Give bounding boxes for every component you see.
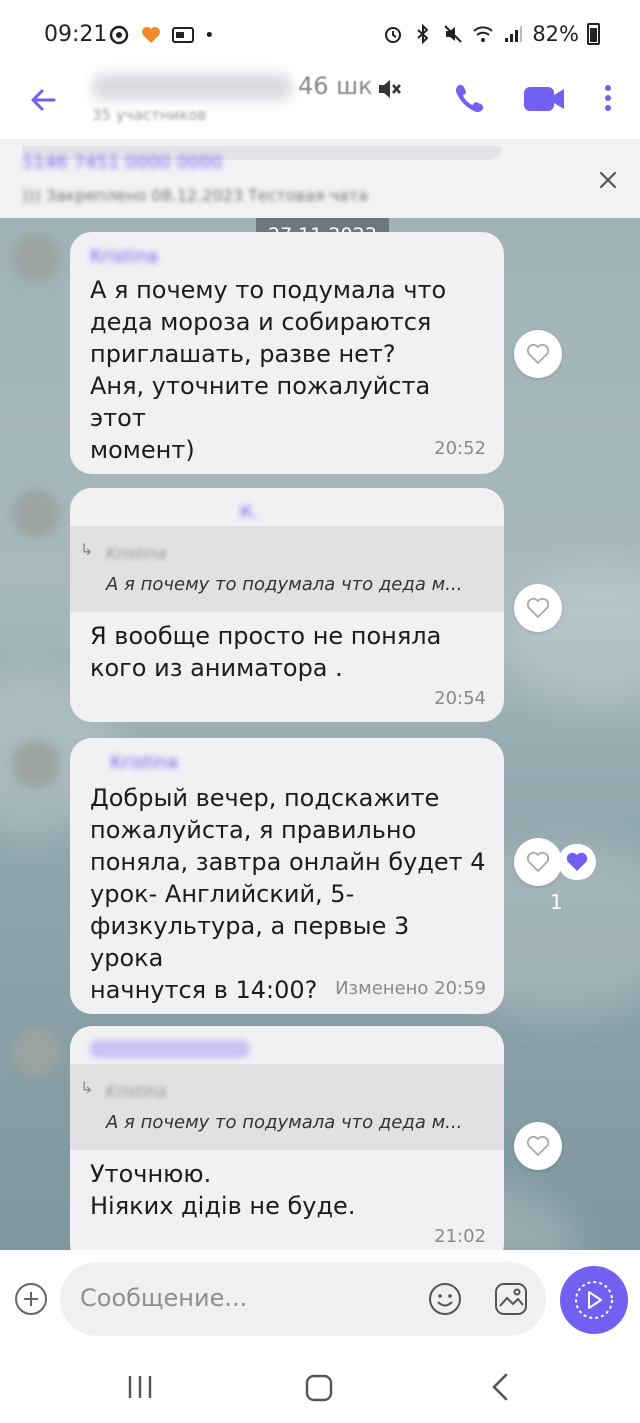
reply-author: Kristina <box>106 544 167 563</box>
more-options-button[interactable] <box>596 78 620 118</box>
like-button[interactable] <box>514 1122 562 1170</box>
attach-button[interactable] <box>14 1282 48 1316</box>
card-icon <box>172 24 194 46</box>
message-bubble[interactable]: ↳ Kristina А я почему то подумала что де… <box>70 1026 504 1250</box>
muted-chat-icon <box>374 74 404 104</box>
heart-filled-icon <box>566 852 588 871</box>
close-icon <box>599 171 617 189</box>
system-back-button[interactable] <box>488 1372 512 1402</box>
message-text: Уточнюю. Ніяких дідів не буде. <box>90 1160 356 1220</box>
message-author[interactable] <box>90 1040 250 1058</box>
message-author[interactable]: Kristina <box>90 246 158 267</box>
home-button[interactable] <box>304 1374 334 1402</box>
reply-text: А я почему то подумала что деда м... <box>106 1112 463 1133</box>
message-author[interactable]: Kristina <box>110 752 178 773</box>
heart-outline-icon <box>526 343 550 365</box>
avatar[interactable] <box>12 234 60 282</box>
bluetooth-icon <box>412 23 434 45</box>
status-time: 09:21 <box>44 22 108 47</box>
heart-app-icon <box>140 24 162 46</box>
message-text: А я почему то подумала что деда мороза и… <box>90 276 447 464</box>
sticker-icon <box>495 1283 527 1315</box>
send-button[interactable] <box>560 1266 628 1334</box>
reaction-badge[interactable] <box>558 844 596 880</box>
reply-preview[interactable]: ↳ Kristina А я почему то подумала что де… <box>70 526 504 612</box>
message-time: 20:54 <box>434 688 486 709</box>
pinned-message-bar[interactable]: 5146 7451 0000 0000 ))) Закреплено 08.12… <box>0 140 640 218</box>
reply-text: А я почему то подумала что деда м... <box>106 574 463 595</box>
message-time: 21:02 <box>434 1226 486 1247</box>
background-cloud <box>500 568 640 708</box>
message-author[interactable]: К. <box>240 502 259 523</box>
reply-arrow-icon: ↳ <box>80 1078 94 1097</box>
avatar[interactable] <box>12 740 60 788</box>
send-icon <box>575 1281 613 1319</box>
message-bubble[interactable]: К. ↳ Kristina А я почему то подумала что… <box>70 488 504 722</box>
pinned-text: 5146 7451 0000 0000 <box>22 152 223 173</box>
heart-outline-icon <box>526 851 550 873</box>
participants-count: 35 участников <box>92 106 207 124</box>
blurred-title-part <box>92 74 292 100</box>
home-icon <box>305 1374 333 1402</box>
notification-icons: • <box>108 24 215 46</box>
smiley-icon <box>429 1283 461 1315</box>
phone-icon <box>455 84 484 113</box>
heart-outline-icon <box>526 1135 550 1157</box>
message-list[interactable]: 27.11.2023 Kristina А я почему то подума… <box>0 218 640 1250</box>
video-call-button[interactable] <box>520 78 568 118</box>
back-button[interactable] <box>24 80 64 120</box>
close-pinned-button[interactable] <box>596 168 620 192</box>
wifi-icon <box>472 23 494 45</box>
video-camera-icon <box>524 87 564 111</box>
status-bar: 09:21 • 82% <box>0 0 640 70</box>
message-text: Я вообще просто не поняла кого из анимат… <box>90 622 442 682</box>
reply-preview[interactable]: ↳ Kristina А я почему то подумала что де… <box>70 1064 504 1150</box>
composer: Сообщение... <box>0 1250 640 1350</box>
like-count[interactable]: 1 <box>550 890 563 914</box>
reply-author: Kristina <box>106 1082 167 1101</box>
like-button[interactable] <box>514 330 562 378</box>
arrow-left-icon <box>31 89 56 111</box>
avatar[interactable] <box>12 1028 60 1076</box>
pinned-info: ))) Закреплено 08.12.2023 Тестовая чата <box>22 186 368 205</box>
message-bubble[interactable]: Kristina Добрый вечер, подскажите пожалу… <box>70 738 504 1014</box>
battery-icon <box>587 23 600 45</box>
message-bubble[interactable]: Kristina А я почему то подумала что деда… <box>70 232 504 474</box>
reply-arrow-icon: ↳ <box>80 540 94 559</box>
target-icon <box>108 24 130 46</box>
chat-title-suffix: 46 шк <box>298 72 373 100</box>
like-button[interactable] <box>514 838 562 886</box>
battery-percent: 82% <box>532 22 579 46</box>
signal-icon <box>502 23 524 45</box>
chat-title[interactable]: 46 шк <box>92 72 373 100</box>
message-time: 20:52 <box>434 438 486 459</box>
message-text: Добрый вечер, подскажите пожалуйста, я п… <box>90 784 486 1004</box>
mute-status-icon <box>442 23 464 45</box>
like-button[interactable] <box>514 584 562 632</box>
reaction-group <box>514 838 596 886</box>
plus-icon <box>15 1283 47 1315</box>
message-placeholder: Сообщение... <box>80 1284 248 1312</box>
chat-header: 46 шк 35 участников <box>0 70 640 140</box>
chevron-left-icon <box>492 1373 508 1401</box>
more-vertical-icon <box>605 85 611 111</box>
recent-apps-button[interactable] <box>126 1374 154 1400</box>
message-input[interactable]: Сообщение... <box>60 1262 546 1336</box>
recent-apps-icon <box>128 1376 152 1398</box>
message-edited-time: Изменено 20:59 <box>335 978 486 999</box>
call-button[interactable] <box>450 78 490 118</box>
system-icons: 82% <box>382 22 600 46</box>
avatar[interactable] <box>12 490 60 538</box>
alarm-icon <box>382 23 404 45</box>
more-notifications-dot: • <box>204 24 215 46</box>
heart-outline-icon <box>526 597 550 619</box>
system-nav-bar <box>0 1350 640 1423</box>
emoji-button[interactable] <box>426 1280 464 1318</box>
sticker-button[interactable] <box>492 1280 530 1318</box>
